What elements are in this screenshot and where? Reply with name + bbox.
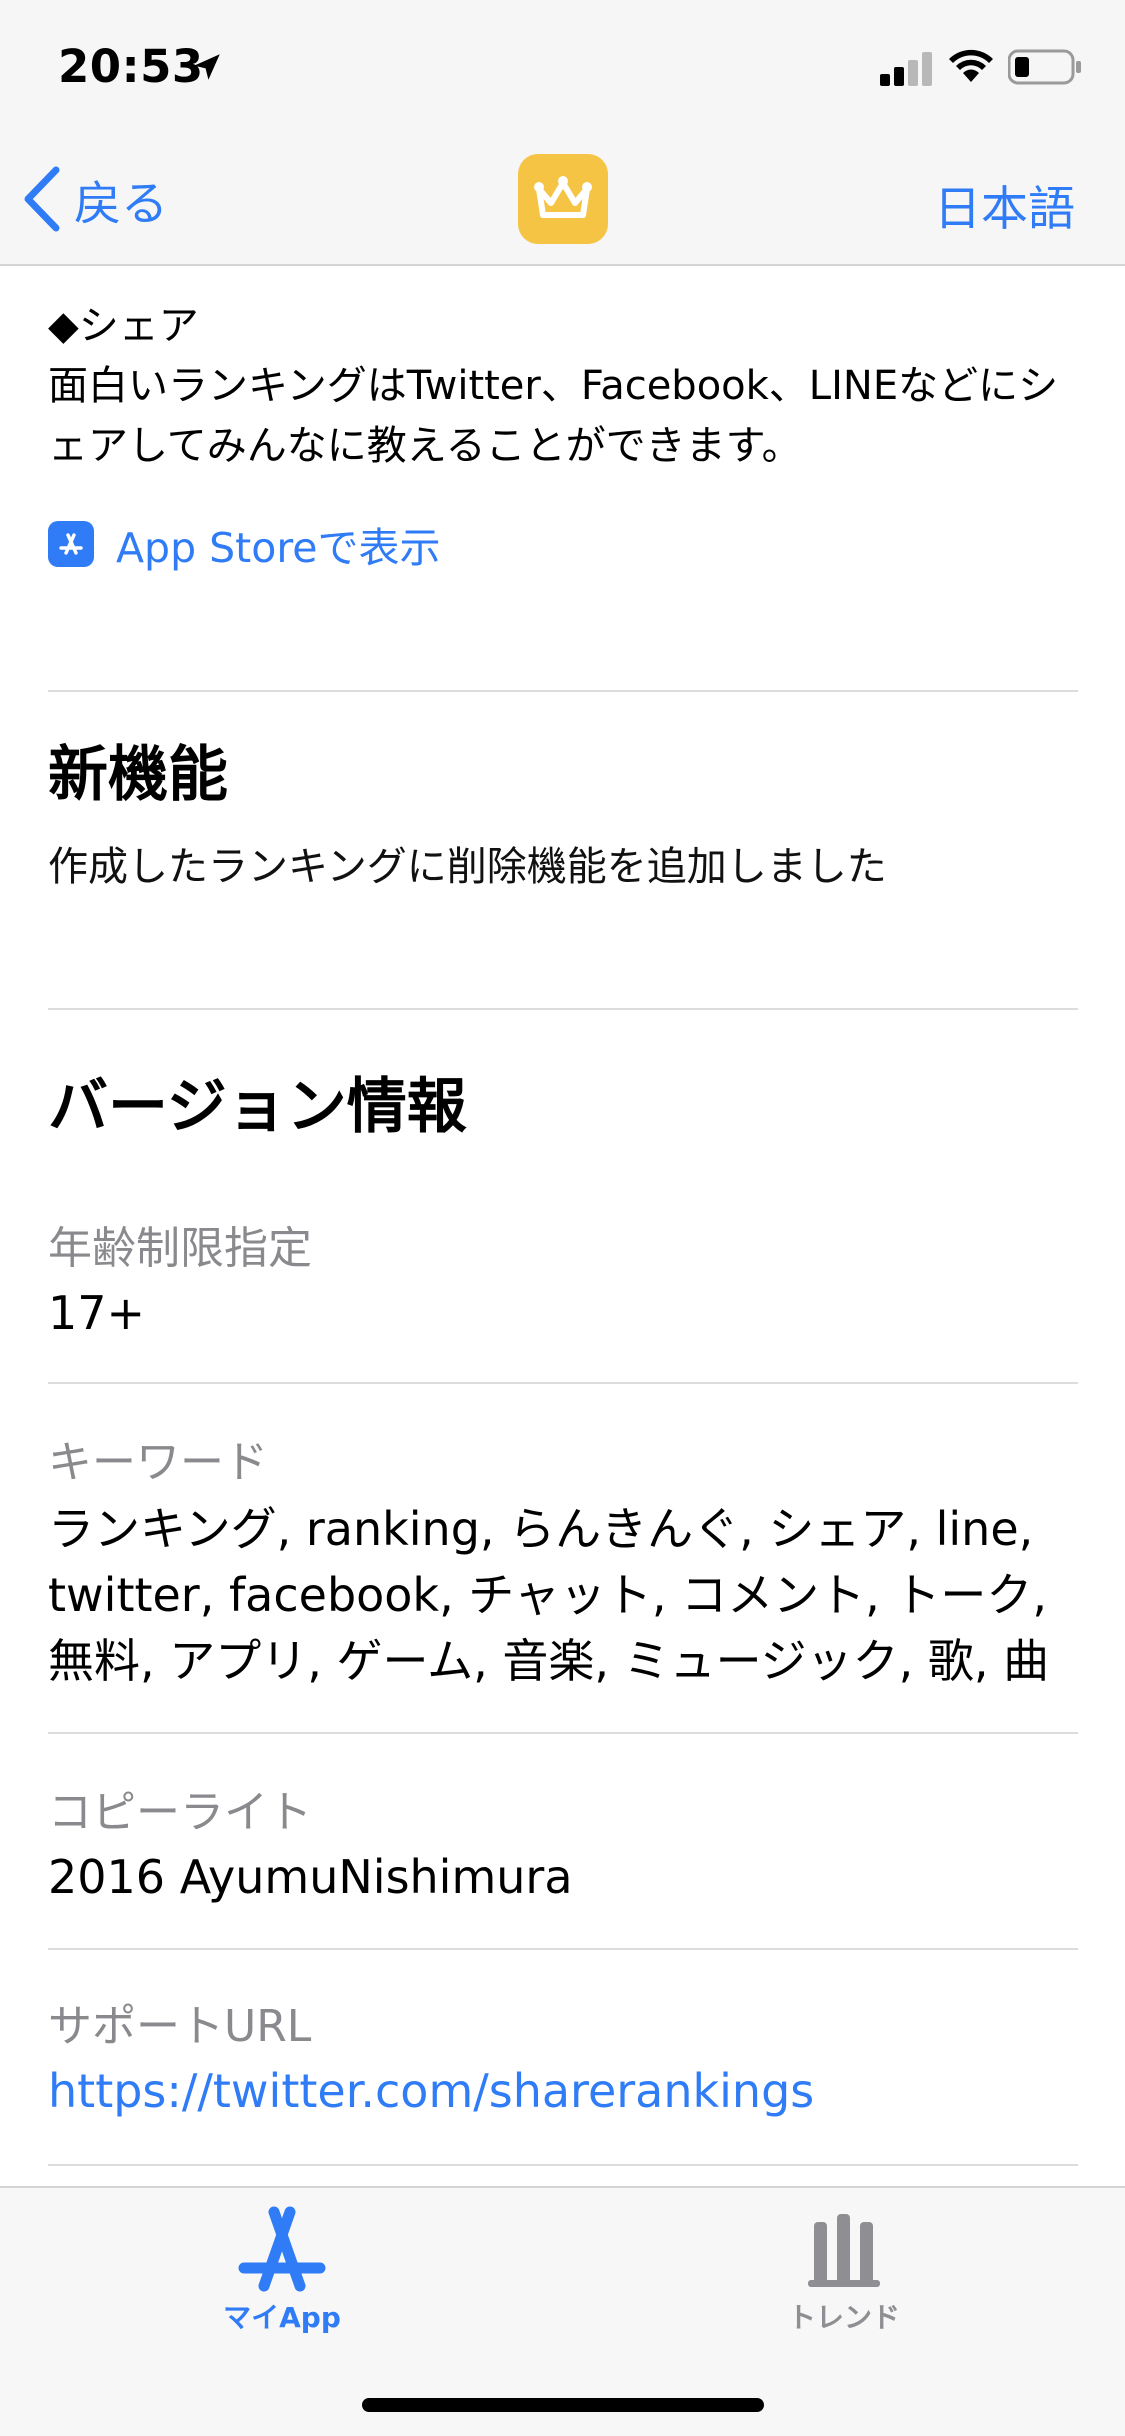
screen: 20:53 戻る 日本語 ◆シェア 面白いランキングはTwitter、Faceb… xyxy=(0,0,1125,2436)
tab-trend[interactable]: トレンド xyxy=(734,2204,954,2336)
wifi-icon xyxy=(949,49,993,82)
trend-bars-icon xyxy=(808,2214,880,2287)
divider xyxy=(48,690,1078,692)
divider xyxy=(48,1948,1078,1950)
keywords-label: キーワード xyxy=(48,1437,268,1488)
age-rating-value: 17+ xyxy=(48,1286,146,1340)
cellular-signal-icon xyxy=(880,52,932,86)
back-label: 戻る xyxy=(74,176,168,232)
language-button[interactable]: 日本語 xyxy=(934,170,1075,239)
tab-trend-label: トレンド xyxy=(787,2301,900,2334)
home-indicator xyxy=(362,2398,764,2412)
version-info-title: バージョン情報 xyxy=(48,1072,467,1142)
app-store-icon xyxy=(48,521,94,567)
app-store-a-icon xyxy=(238,2206,326,2292)
divider xyxy=(48,1382,1078,1384)
chevron-left-icon xyxy=(24,166,60,232)
status-bar: 20:53 xyxy=(0,0,1125,132)
location-arrow-icon xyxy=(194,54,220,80)
copyright-value: 2016 AyumuNishimura xyxy=(48,1850,573,1904)
whats-new-body: 作成したランキングに削除機能を追加しました xyxy=(48,844,887,890)
share-description: 面白いランキングはTwitter、Facebook、LINEなどにシェアしてみん… xyxy=(48,363,1059,469)
navigation-bar: 戻る 日本語 xyxy=(0,132,1125,266)
age-rating-label: 年齢制限指定 xyxy=(48,1223,312,1274)
whats-new-title: 新機能 xyxy=(48,740,228,810)
share-heading: ◆シェア xyxy=(48,303,199,349)
divider xyxy=(48,1008,1078,1010)
battery-icon xyxy=(1008,49,1081,85)
tab-my-app-label: マイApp xyxy=(223,2301,341,2334)
app-icon xyxy=(518,154,608,244)
crown-icon xyxy=(534,176,592,218)
back-button[interactable]: 戻る xyxy=(22,162,168,236)
support-url-link[interactable]: https://twitter.com/sharerankings xyxy=(48,2064,814,2118)
divider xyxy=(48,1732,1078,1734)
view-in-app-store-link[interactable]: App Storeで表示 xyxy=(48,514,441,574)
copyright-label: コピーライト xyxy=(48,1787,312,1838)
status-time: 20:53 xyxy=(58,40,204,93)
divider xyxy=(48,2164,1078,2166)
tab-my-app[interactable]: マイApp xyxy=(172,2204,392,2336)
support-url-label: サポートURL xyxy=(48,2001,312,2052)
keywords-value: ランキング, ranking, らんきんぐ, シェア, line, twitte… xyxy=(48,1502,1050,1688)
app-store-link-label: App Storeで表示 xyxy=(116,524,441,572)
